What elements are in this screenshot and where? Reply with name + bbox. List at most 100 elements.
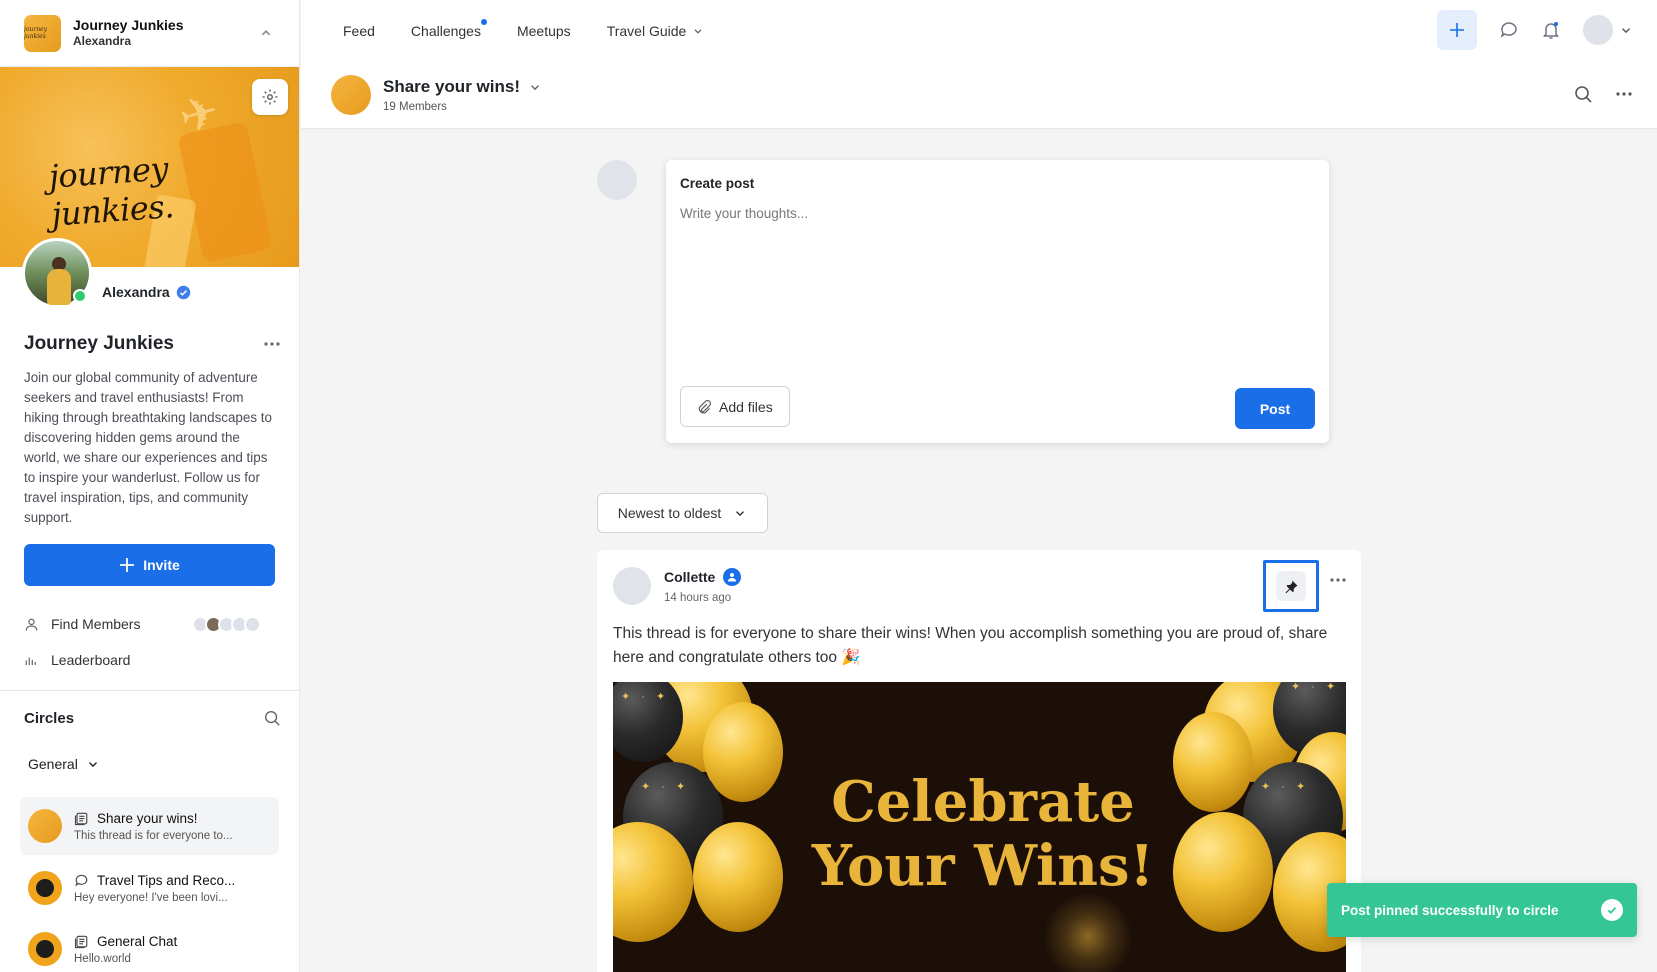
more-options-icon[interactable] [1329, 577, 1347, 583]
post-author[interactable]: Collette [664, 569, 715, 585]
community-banner: ✈ journey junkies. [0, 67, 299, 267]
circle-preview: Hey everyone! I've been lovi... [74, 891, 228, 904]
toast-message: Post pinned successfully to circle [1341, 902, 1559, 918]
community-description: Join our global community of adventure s… [24, 370, 272, 525]
add-files-button[interactable]: Add files [680, 386, 790, 427]
online-status-dot [73, 289, 87, 303]
post-button[interactable]: Post [1235, 388, 1315, 429]
post-list-icon [74, 935, 88, 948]
circle-text: General Chat Hello.world [74, 934, 267, 965]
post-timestamp[interactable]: 14 hours ago [664, 592, 731, 604]
chat-bubble-icon[interactable] [1499, 20, 1519, 40]
create-post-card: Create post Write your thoughts... Add f… [666, 160, 1329, 443]
avatar[interactable] [22, 238, 92, 308]
profile-name-row: Alexandra [102, 284, 191, 300]
pin-post-button[interactable] [1276, 571, 1306, 601]
current-user-name: Alexandra [73, 34, 132, 49]
circle-item-travel-tips[interactable]: Travel Tips and Reco... Hey everyone! I'… [20, 859, 279, 917]
circle-avatar [28, 932, 62, 966]
member-role-badge [723, 568, 742, 586]
search-icon[interactable] [263, 709, 281, 727]
circle-name: Travel Tips and Reco... [97, 872, 236, 888]
circle-title-dropdown[interactable]: Share your wins! [383, 77, 542, 97]
gear-icon [262, 89, 278, 105]
logo-text: journey junkies [24, 26, 48, 40]
user-menu[interactable] [1583, 15, 1633, 45]
plus-icon [1450, 23, 1464, 37]
post-image[interactable]: Celebrate Your Wins! [613, 682, 1346, 972]
create-post-heading: Create post [680, 176, 755, 191]
circle-header-actions [1573, 84, 1633, 104]
avatar [1583, 15, 1613, 45]
invite-button[interactable]: Invite [24, 544, 275, 586]
find-members-link[interactable]: Find Members [24, 616, 140, 632]
circle-name: Share your wins! [97, 810, 198, 826]
community-title: Journey Junkies [24, 333, 174, 354]
circle-title-row: General Chat [74, 934, 267, 949]
settings-button[interactable] [252, 79, 288, 115]
circle-preview: Hello.world [74, 952, 131, 965]
more-options-icon[interactable] [263, 341, 281, 347]
nav-label: Travel Guide [606, 23, 687, 39]
circle-title-row: Share your wins! [74, 811, 267, 826]
bell-icon[interactable] [1541, 20, 1561, 40]
plus-icon [120, 558, 135, 572]
profile-name[interactable]: Alexandra [102, 284, 170, 300]
member-count[interactable]: 19 Members [383, 101, 542, 113]
chevron-down-icon [88, 762, 97, 768]
post-list-icon [74, 812, 88, 825]
community-switcher-names: Journey Junkies Alexandra [73, 17, 245, 50]
circle-item-general-chat[interactable]: General Chat Hello.world [20, 920, 279, 972]
more-options-icon[interactable] [1615, 91, 1633, 97]
avatar[interactable] [613, 567, 651, 605]
pin-icon [1285, 580, 1297, 593]
check-icon [1601, 899, 1623, 921]
success-toast[interactable]: Post pinned successfully to circle [1327, 883, 1637, 937]
post-author-row: Collette [664, 568, 742, 586]
circles-header: Circles [24, 709, 281, 727]
person-icon [25, 618, 38, 631]
post-text-input[interactable]: Write your thoughts... [680, 206, 808, 221]
celebrate-text: Celebrate Your Wins! [811, 769, 1155, 899]
avatar-body [47, 269, 71, 305]
sidebar: journey junkies Journey Junkies Alexandr… [0, 0, 300, 972]
circle-text: Travel Tips and Reco... Hey everyone! I'… [74, 873, 267, 904]
sort-dropdown[interactable]: Newest to oldest [597, 493, 768, 533]
circle-title-row: Travel Tips and Reco... [74, 873, 267, 888]
circle-text: Share your wins! This thread is for ever… [74, 811, 267, 842]
circle-item-share-your-wins[interactable]: Share your wins! This thread is for ever… [20, 797, 279, 855]
add-files-label: Add files [719, 398, 773, 415]
nav-travel-guide[interactable]: Travel Guide [607, 23, 705, 39]
bar-chart-icon [25, 657, 36, 665]
nav-actions [1437, 10, 1633, 50]
verified-badge-icon [176, 285, 190, 299]
nav-feed[interactable]: Feed [343, 23, 375, 39]
general-group-toggle[interactable]: General [28, 756, 100, 772]
leaderboard-link[interactable]: Leaderboard [24, 652, 130, 668]
community-switcher[interactable]: journey junkies Journey Junkies Alexandr… [0, 0, 299, 67]
find-members-label: Find Members [51, 616, 141, 632]
circle-preview: This thread is for everyone to... [74, 829, 233, 842]
circle-avatar-mark [36, 879, 54, 897]
circle-header: Share your wins! 19 Members [301, 62, 1657, 129]
chevron-up-icon[interactable] [257, 24, 275, 42]
nav-challenges[interactable]: Challenges [411, 19, 487, 39]
post-card: Collette 14 hours ago This thread is for… [597, 550, 1361, 972]
member-avatar [244, 616, 261, 633]
chevron-down-icon [694, 29, 702, 34]
person-icon [728, 573, 737, 582]
member-avatars [192, 616, 261, 633]
chevron-down-icon [530, 85, 539, 91]
nav-label: Meetups [516, 23, 571, 39]
avatar [597, 160, 637, 200]
search-icon[interactable] [1573, 84, 1593, 104]
paperclip-icon [698, 399, 711, 414]
create-button[interactable] [1437, 10, 1477, 50]
community-logo: journey junkies [24, 14, 61, 52]
community-title-row: Journey Junkies [24, 333, 281, 355]
profile-summary: Alexandra [22, 238, 191, 308]
sort-selected: Newest to oldest [617, 505, 722, 521]
community-name: Journey Junkies [73, 16, 184, 33]
nav-meetups[interactable]: Meetups [517, 23, 571, 39]
circle-avatar-mark [36, 940, 54, 958]
